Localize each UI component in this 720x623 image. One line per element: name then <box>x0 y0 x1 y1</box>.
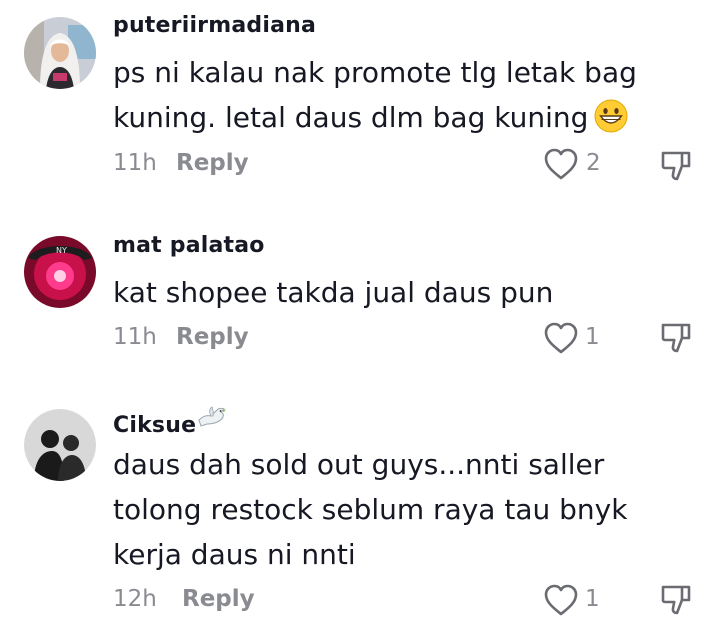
comment-username[interactable]: puteriirmadiana <box>113 13 316 38</box>
comment-item: Ciksue daus dah sold out guys...nnti sal… <box>0 380 720 623</box>
comment-item: NY mat palatao kat shopee takda jual dau… <box>0 200 720 380</box>
comment-timestamp: 12h <box>113 586 157 612</box>
heart-outline-icon[interactable] <box>543 321 579 355</box>
comment-username[interactable]: Ciksue <box>113 406 227 438</box>
comment-timestamp: 11h <box>113 150 157 176</box>
heart-outline-icon[interactable] <box>543 147 579 181</box>
comment-username-text: Ciksue <box>113 413 197 438</box>
thumbs-down-outline-icon[interactable] <box>660 149 694 183</box>
avatar[interactable] <box>24 17 96 89</box>
avatar[interactable] <box>24 409 96 481</box>
thumbs-down-outline-icon[interactable] <box>660 321 694 355</box>
reply-button[interactable]: Reply <box>176 324 249 350</box>
dove-emoji <box>197 406 227 428</box>
comment-text-content: ps ni kalau nak promote tlg letak bag ku… <box>113 56 637 134</box>
comment-text: ps ni kalau nak promote tlg letak bag ku… <box>113 50 653 140</box>
comment-timestamp: 11h <box>113 324 157 350</box>
reply-button[interactable]: Reply <box>176 150 249 176</box>
comment-item: puteriirmadiana ps ni kalau nak promote … <box>0 0 720 200</box>
like-count: 2 <box>586 150 601 176</box>
heart-outline-icon[interactable] <box>543 583 579 617</box>
reply-button[interactable]: Reply <box>182 586 255 612</box>
comment-text: kat shopee takda jual daus pun <box>113 276 554 309</box>
grinning-face-emoji <box>594 99 628 133</box>
like-count: 1 <box>585 324 600 350</box>
avatar[interactable]: NY <box>24 236 96 308</box>
svg-text:NY: NY <box>56 246 67 255</box>
comment-text: daus dah sold out guys...nnti saller tol… <box>113 448 628 571</box>
like-count: 1 <box>585 586 600 612</box>
comment-username[interactable]: mat palatao <box>113 233 265 258</box>
thumbs-down-outline-icon[interactable] <box>660 583 694 617</box>
